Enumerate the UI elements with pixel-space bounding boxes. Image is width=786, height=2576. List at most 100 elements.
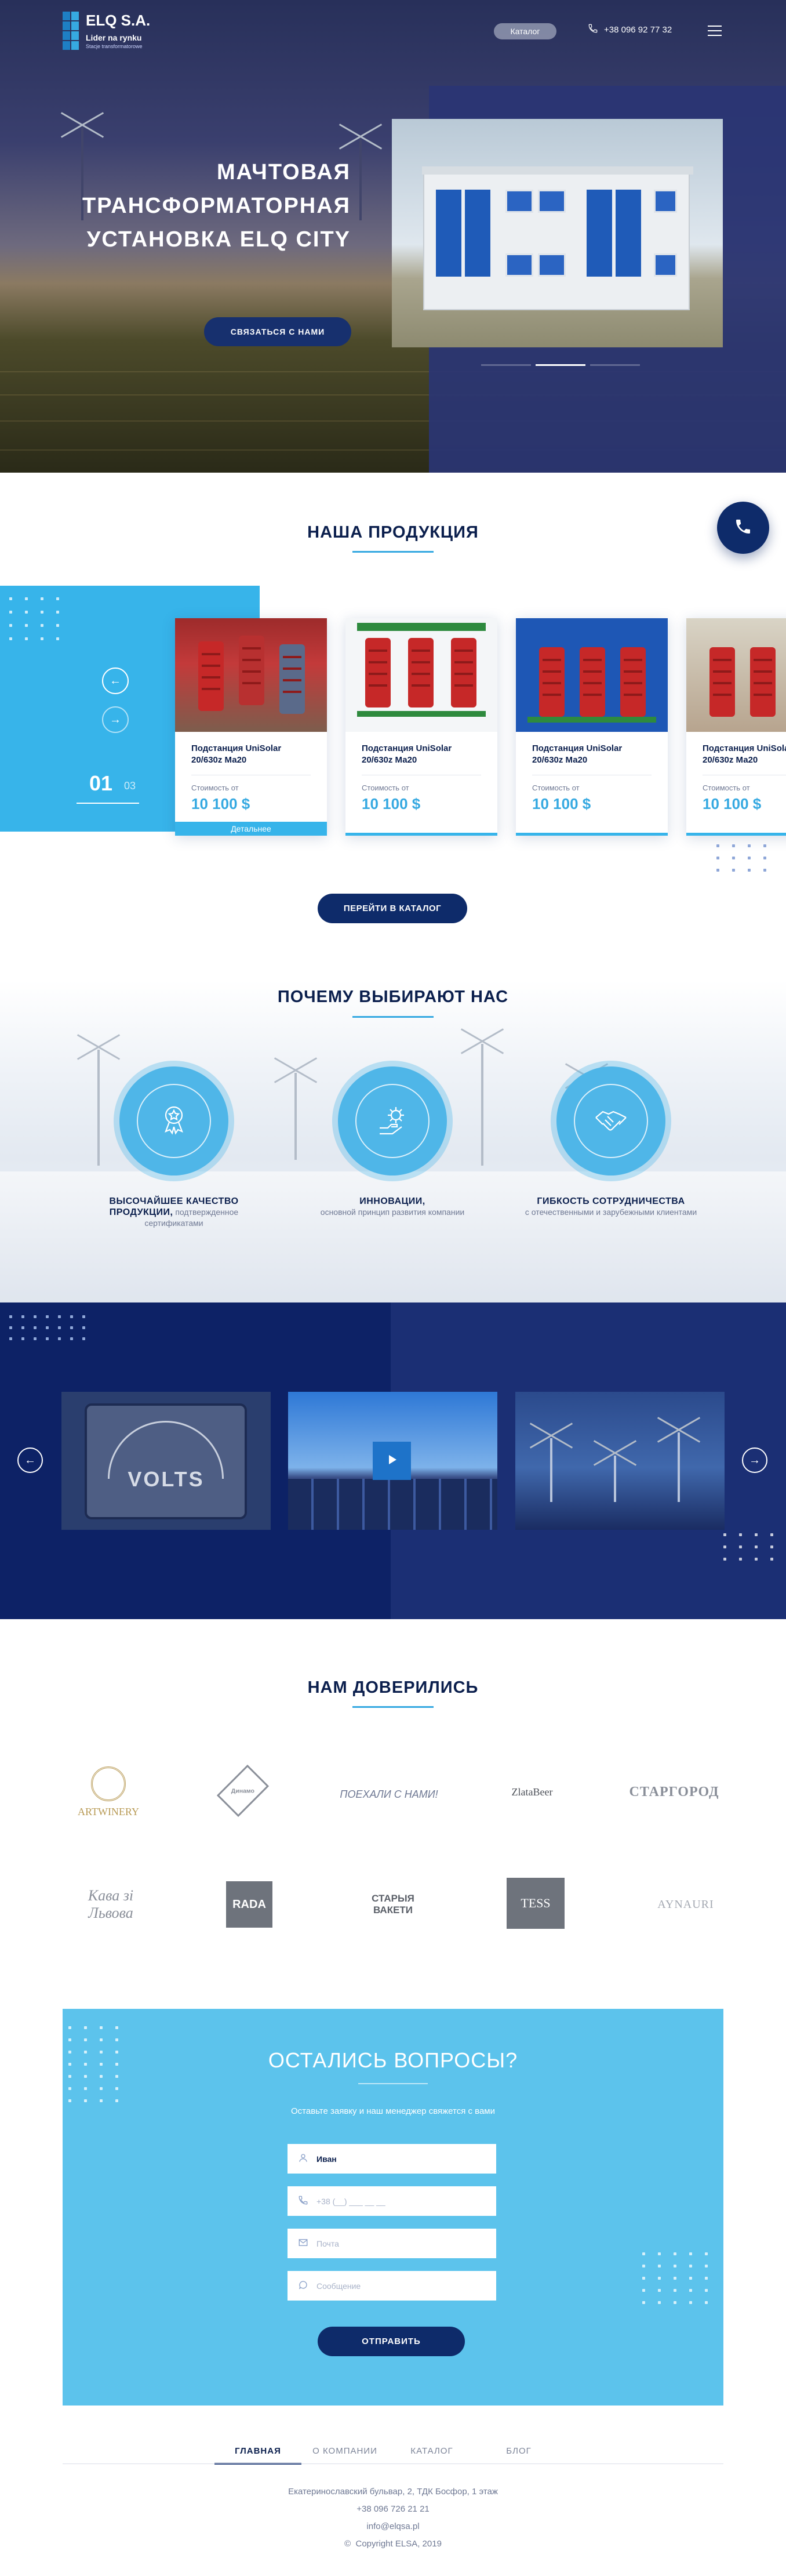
- product-price-label: Стоимость от: [362, 783, 409, 792]
- client-logo-aynauri: AYNAURI: [648, 1874, 723, 1935]
- products-next-button[interactable]: →: [102, 706, 129, 733]
- contact-form-section: ОСТАЛИСЬ ВОПРОСЫ? Оставьте заявку и наш …: [63, 2009, 723, 2406]
- award-icon: [155, 1101, 192, 1141]
- decor-dots: [9, 597, 59, 640]
- product-price: 10 100 $: [532, 795, 591, 812]
- phone-field[interactable]: +38 (__) ___ __ __: [288, 2186, 496, 2216]
- volts-label: VOLTS: [128, 1467, 205, 1491]
- call-button[interactable]: [717, 502, 769, 554]
- footer-nav-blog[interactable]: БЛОГ: [475, 2446, 562, 2465]
- why-us-title: ПОЧЕМУ ВЫБИРАЮТ НАС: [277, 988, 509, 1006]
- chat-icon: [298, 2280, 308, 2292]
- client-logo-dynamo: Динамо: [208, 1750, 278, 1831]
- menu-icon[interactable]: [708, 26, 722, 36]
- form-title: ОСТАЛИСЬ ВОПРОСЫ?: [268, 2048, 518, 2072]
- title-underline: [352, 1016, 434, 1018]
- contact-us-button[interactable]: СВЯЗАТЬСЯ С НАМИ: [204, 317, 351, 346]
- slider-dot-active[interactable]: [536, 364, 585, 366]
- logo-text: Кава зі Львова: [88, 1887, 134, 1921]
- client-logo-kava: Кава зі Львова: [64, 1874, 158, 1935]
- why-item-circle: [119, 1066, 228, 1175]
- title-underline: [352, 551, 434, 553]
- slider-dot[interactable]: [481, 364, 531, 366]
- product-name[interactable]: Подстанция UniSolar 20/630z Ма20: [362, 743, 483, 766]
- hero-slider-dots[interactable]: [481, 364, 640, 366]
- footer-copyright: © Copyright ELSA, 2019: [0, 2539, 786, 2549]
- go-to-catalog-button[interactable]: ПЕРЕЙТИ В КАТАЛОГ: [318, 894, 467, 923]
- product-image: [175, 618, 327, 732]
- arrow-left-icon: ←: [24, 1453, 36, 1467]
- product-card[interactable]: Подстанция UniSolar 20/630z Ма20 Стоимос…: [516, 618, 668, 836]
- logo-text: СТАРГОРОД: [629, 1784, 719, 1799]
- message-field-placeholder: Сообщение: [316, 2281, 361, 2291]
- product-price-label: Стоимость от: [191, 783, 239, 792]
- footer-nav: ГЛАВНАЯ О КОМПАНИИ КАТАЛОГ БЛОГ: [214, 2446, 562, 2465]
- submit-button[interactable]: ОТПРАВИТЬ: [318, 2327, 465, 2356]
- email-field[interactable]: Почта: [288, 2229, 496, 2258]
- product-card[interactable]: Подстанция UniSolar 20/630z Ма20 Стоимос…: [175, 618, 327, 836]
- logo-mark-icon: [63, 12, 79, 50]
- arrow-right-icon: →: [110, 713, 121, 726]
- phone-icon: [734, 517, 752, 539]
- user-icon: [298, 2153, 308, 2165]
- slide-indicator: [77, 803, 139, 804]
- email-field-placeholder: Почта: [316, 2238, 339, 2248]
- logo[interactable]: ELQ S.A. Lider na rynku Stacje transform…: [63, 12, 150, 50]
- product-name[interactable]: Подстанция UniSolar 20/630z Ма20: [703, 743, 786, 766]
- hero-substation-image: [392, 119, 723, 347]
- slider-dot[interactable]: [590, 364, 640, 366]
- name-field[interactable]: Иван: [288, 2144, 496, 2174]
- client-logo-stargorod: СТАРГОРОД: [624, 1763, 724, 1821]
- logo-text: Динамо: [231, 1787, 255, 1794]
- slide-current: 01: [89, 771, 113, 795]
- name-field-value: Иван: [316, 2154, 337, 2164]
- product-card[interactable]: Подстанция UniSolar 20/630z Ма20 Стоимос…: [345, 618, 497, 836]
- footer-nav-home[interactable]: ГЛАВНАЯ: [214, 2446, 301, 2465]
- logo-text: AYNAURI: [657, 1897, 714, 1911]
- footer-email[interactable]: info@elqsa.pl: [0, 2521, 786, 2531]
- hero-title: МАЧТОВАЯ ТРАНСФОРМАТОРНАЯ УСТАНОВКА ELQ …: [35, 155, 351, 256]
- why-item-heading: ГИБКОСТЬ СОТРУДНИЧЕСТВА: [537, 1196, 685, 1206]
- video-next-button[interactable]: →: [742, 1447, 767, 1473]
- hero-title-line: ТРАНСФОРМАТОРНАЯ: [82, 194, 351, 218]
- footer-nav-about[interactable]: О КОМПАНИИ: [301, 2446, 388, 2465]
- why-item-text: ГИБКОСТЬ СОТРУДНИЧЕСТВА с отечественными…: [524, 1196, 698, 1217]
- product-name[interactable]: Подстанция UniSolar 20/630z Ма20: [191, 743, 313, 766]
- products-prev-button[interactable]: ←: [102, 667, 129, 694]
- footer-phone[interactable]: +38 096 726 21 21: [0, 2504, 786, 2514]
- why-item-text: ИННОВАЦИИ, основной принцип развития ком…: [305, 1196, 479, 1217]
- client-logo-artwinery: ARTWINERY: [61, 1757, 155, 1827]
- message-field[interactable]: Сообщение: [288, 2271, 496, 2301]
- decor-dots: [642, 2252, 708, 2304]
- video-thumbnail[interactable]: VOLTS: [61, 1392, 271, 1530]
- handshake-icon: [592, 1101, 629, 1141]
- client-logo-poekhali: ПОЕХАЛИ С НАМИ!: [339, 1766, 439, 1822]
- slide-total: 03: [124, 780, 136, 792]
- title-underline: [352, 1706, 434, 1708]
- product-details-button[interactable]: Детальнее: [175, 822, 327, 836]
- why-item-heading: ИННОВАЦИИ,: [359, 1196, 425, 1206]
- page: ELQ S.A. Lider na rynku Stacje transform…: [0, 0, 786, 2576]
- trusted-title: НАМ ДОВЕРИЛИСЬ: [307, 1678, 479, 1697]
- product-image: [516, 618, 668, 732]
- video-prev-button[interactable]: ←: [17, 1447, 43, 1473]
- logo-text: СТАРЫЯ ВАКЕТИ: [372, 1893, 414, 1915]
- product-name[interactable]: Подстанция UniSolar 20/630z Ма20: [532, 743, 654, 766]
- play-button[interactable]: [373, 1442, 411, 1480]
- mail-icon: [298, 2237, 308, 2250]
- header-phone[interactable]: +38 096 92 77 32: [588, 23, 672, 36]
- product-card[interactable]: Подстанция UniSolar 20/630z Ма20 Стоимос…: [686, 618, 786, 836]
- innovation-gear-icon: [374, 1101, 411, 1141]
- product-price: 10 100 $: [703, 795, 762, 812]
- product-image: [686, 618, 786, 732]
- video-section: ← → VOLTS: [0, 1302, 786, 1619]
- hero-title-line: УСТАНОВКА ELQ CITY: [86, 227, 351, 252]
- video-thumbnail[interactable]: [515, 1392, 725, 1530]
- logo-name: ELQ S.A.: [86, 12, 151, 29]
- logo-text: TESS: [521, 1896, 551, 1910]
- product-price-label: Стоимость от: [703, 783, 750, 792]
- video-thumbnail[interactable]: [288, 1392, 497, 1530]
- client-logo-rada: RADA: [226, 1881, 272, 1928]
- catalog-button[interactable]: Каталог: [494, 23, 556, 39]
- footer-nav-catalog[interactable]: КАТАЛОГ: [388, 2446, 475, 2465]
